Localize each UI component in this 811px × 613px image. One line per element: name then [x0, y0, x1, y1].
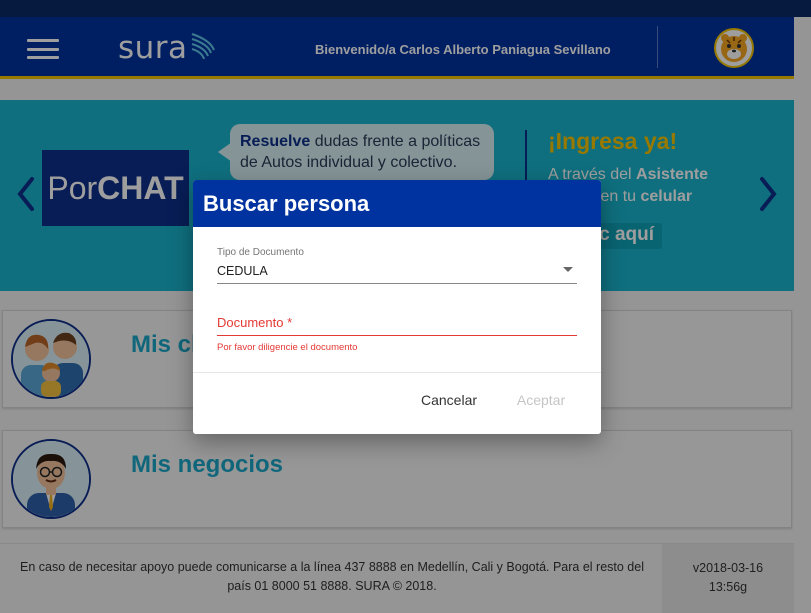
doc-type-label: Tipo de Documento — [217, 247, 304, 258]
buscar-persona-dialog: Buscar persona Tipo de Documento CEDULA … — [193, 180, 601, 434]
document-input[interactable]: Documento * — [217, 314, 577, 336]
dialog-title: Buscar persona — [193, 180, 601, 227]
doc-type-select[interactable]: CEDULA — [217, 262, 577, 284]
doc-type-value: CEDULA — [217, 264, 268, 278]
document-placeholder: Documento * — [217, 315, 293, 330]
dialog-divider — [193, 372, 601, 373]
document-error: Por favor diligencie el documento — [217, 342, 358, 353]
cancel-button[interactable]: Cancelar — [409, 392, 489, 414]
chevron-down-icon — [563, 267, 573, 272]
accept-button[interactable]: Aceptar — [505, 392, 577, 414]
